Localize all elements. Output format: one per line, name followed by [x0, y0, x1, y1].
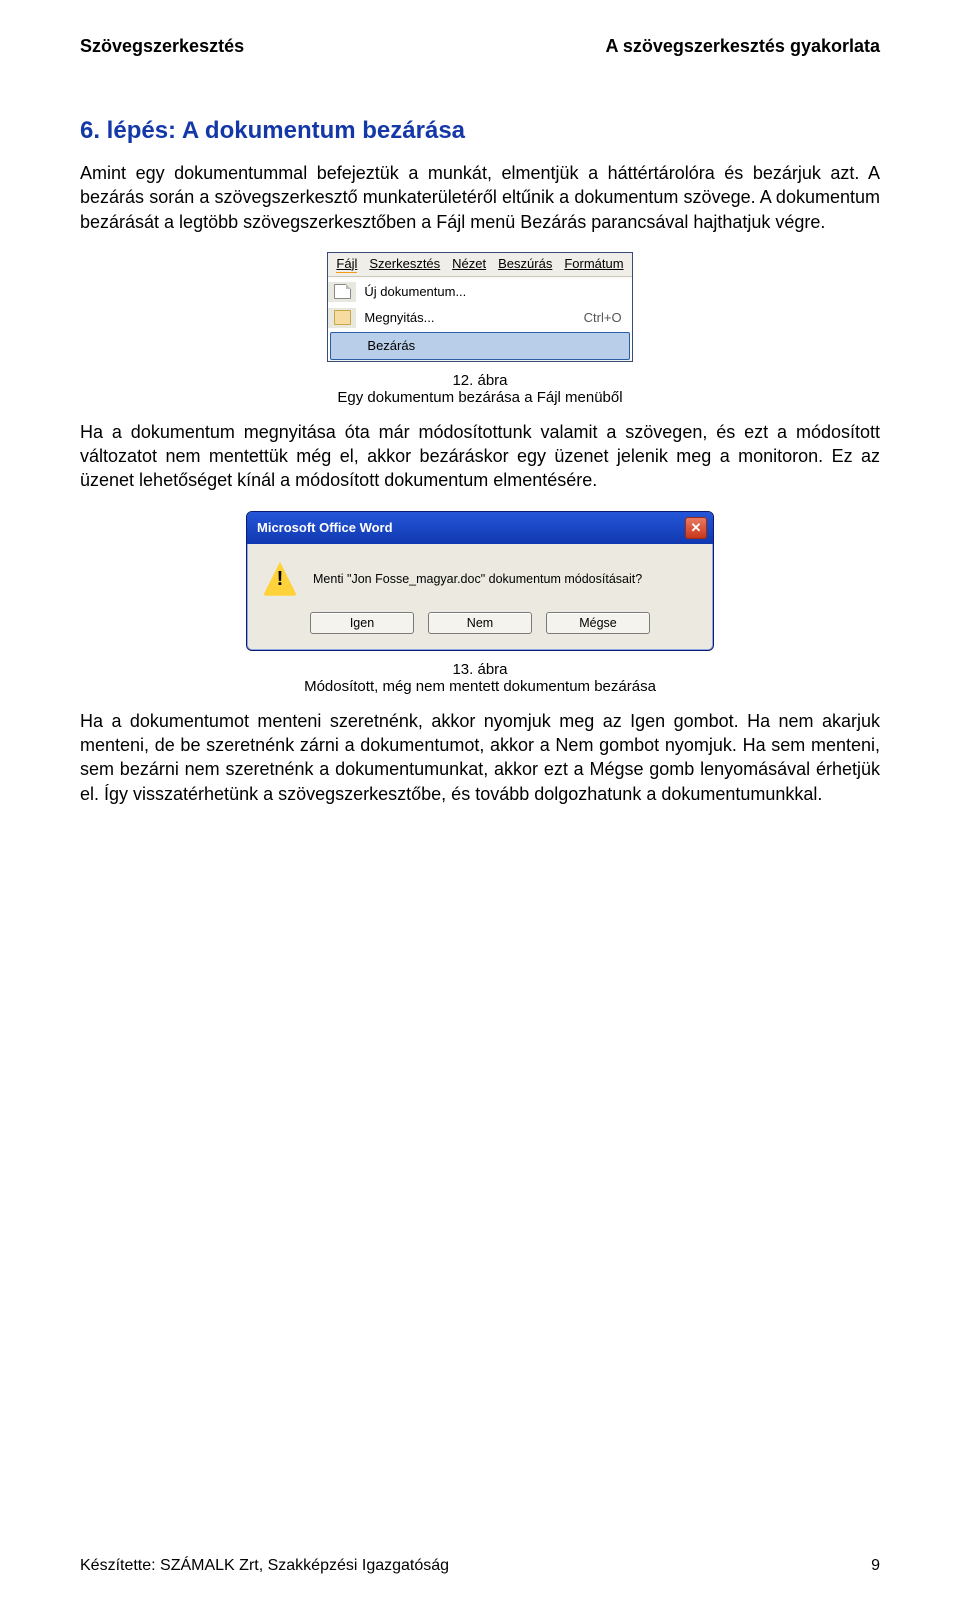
menu-fajl[interactable]: Fájl	[336, 256, 357, 273]
new-document-icon	[328, 282, 356, 302]
caption-text: Egy dokumentum bezárása a Fájl menüből	[337, 389, 622, 406]
menu-item-new[interactable]: Új dokumentum...	[328, 279, 631, 305]
figure-1: Fájl Szerkesztés Nézet Beszúrás Formátum…	[80, 252, 880, 362]
menu-item-shortcut: Ctrl+O	[564, 310, 622, 325]
page-footer: Készítette: SZÁMALK Zrt, Szakképzési Iga…	[80, 1557, 880, 1575]
save-dialog: Microsoft Office Word ✕ Menti "Jon Fosse…	[246, 511, 714, 651]
section-title: 6. lépés: A dokumentum bezárása	[80, 117, 880, 145]
no-button[interactable]: Nem	[428, 612, 532, 634]
paragraph-3: Ha a dokumentumot menteni szeretnénk, ak…	[80, 709, 880, 806]
document-page: Szövegszerkesztés A szövegszerkesztés gy…	[0, 0, 960, 1605]
warning-icon	[263, 562, 297, 596]
menu-item-label: Bezárás	[367, 338, 590, 353]
paragraph-2: Ha a dokumentum megnyitása óta már módos…	[80, 420, 880, 493]
dialog-body: Menti "Jon Fosse_magyar.doc" dokumentum …	[247, 544, 713, 608]
header-right: A szövegszerkesztés gyakorlata	[606, 36, 880, 57]
page-number: 9	[871, 1557, 880, 1575]
menu-item-label: Új dokumentum...	[364, 284, 593, 299]
footer-left: Készítette: SZÁMALK Zrt, Szakképzési Iga…	[80, 1557, 449, 1575]
menu-beszuras[interactable]: Beszúrás	[498, 256, 552, 273]
figure-2-caption: 13. ábra Módosított, még nem mentett dok…	[80, 661, 880, 695]
blank-icon	[331, 336, 359, 356]
paragraph-1: Amint egy dokumentummal befejeztük a mun…	[80, 161, 880, 234]
menu-item-close[interactable]: Bezárás	[330, 332, 629, 360]
dialog-titlebar: Microsoft Office Word ✕	[247, 512, 713, 544]
menu-dropdown: Új dokumentum... Megnyitás... Ctrl+O Bez…	[328, 277, 631, 360]
yes-button[interactable]: Igen	[310, 612, 414, 634]
menu-item-label: Megnyitás...	[364, 310, 555, 325]
figure-2: Microsoft Office Word ✕ Menti "Jon Fosse…	[80, 511, 880, 651]
close-icon[interactable]: ✕	[685, 517, 707, 539]
menu-nezet[interactable]: Nézet	[452, 256, 486, 273]
dialog-title: Microsoft Office Word	[257, 520, 393, 535]
open-folder-icon	[328, 308, 356, 328]
page-header: Szövegszerkesztés A szövegszerkesztés gy…	[80, 36, 880, 57]
menu-formatum[interactable]: Formátum	[564, 256, 623, 273]
caption-text: Módosított, még nem mentett dokumentum b…	[304, 678, 656, 695]
dialog-buttons: Igen Nem Mégse	[247, 608, 713, 650]
menu-item-open[interactable]: Megnyitás... Ctrl+O	[328, 305, 631, 331]
cancel-button[interactable]: Mégse	[546, 612, 650, 634]
menu-szerkesztes[interactable]: Szerkesztés	[369, 256, 440, 273]
menu-bar: Fájl Szerkesztés Nézet Beszúrás Formátum	[328, 253, 631, 277]
dialog-message: Menti "Jon Fosse_magyar.doc" dokumentum …	[313, 572, 642, 586]
caption-number: 13. ábra	[452, 661, 507, 678]
caption-number: 12. ábra	[452, 372, 507, 389]
file-menu-mock: Fájl Szerkesztés Nézet Beszúrás Formátum…	[327, 252, 632, 362]
header-left: Szövegszerkesztés	[80, 36, 244, 57]
figure-1-caption: 12. ábra Egy dokumentum bezárása a Fájl …	[80, 372, 880, 406]
